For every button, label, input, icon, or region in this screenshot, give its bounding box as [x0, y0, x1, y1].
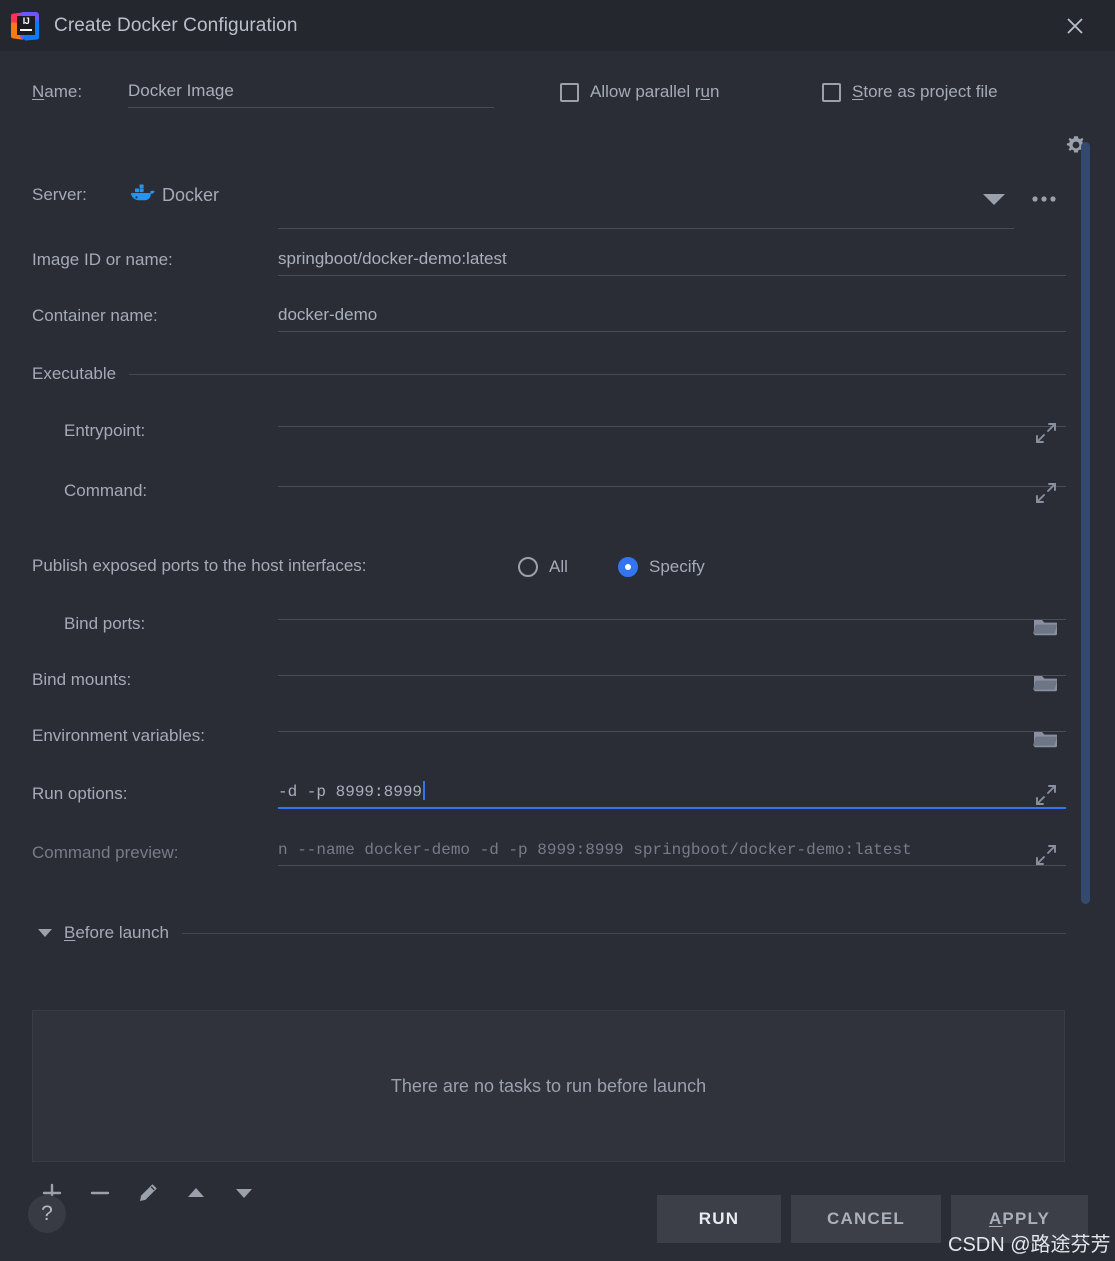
name-input[interactable]: Docker Image: [128, 81, 494, 108]
allow-parallel-run-label: Allow parallel run: [590, 82, 720, 101]
run-options-input[interactable]: -d -p 8999:8999: [278, 781, 1066, 809]
apply-button[interactable]: APPLY: [951, 1195, 1088, 1243]
entrypoint-expand-icon[interactable]: [1032, 419, 1060, 447]
docker-whale-icon: [130, 183, 156, 205]
dialog-footer: ? RUN CANCEL APPLY: [0, 1175, 1115, 1261]
environment-variables-label: Environment variables:: [32, 726, 205, 745]
executable-section-title: Executable: [32, 364, 117, 383]
cancel-button[interactable]: CANCEL: [791, 1195, 941, 1243]
server-value[interactable]: Docker: [162, 185, 219, 206]
publish-ports-radio-specify[interactable]: Specify: [618, 557, 705, 577]
run-options-expand-icon[interactable]: [1032, 781, 1060, 809]
bind-mounts-folder-icon[interactable]: [1032, 669, 1060, 695]
bind-mounts-input[interactable]: [278, 669, 1066, 676]
run-options-value: -d -p 8999:8999: [278, 783, 423, 801]
create-docker-configuration-dialog: IJ Create Docker Configuration Name: Doc…: [0, 0, 1115, 1261]
section-divider: [129, 373, 1066, 375]
entrypoint-input[interactable]: [278, 420, 1066, 427]
radio-circle: [618, 557, 638, 577]
command-input[interactable]: [278, 480, 1066, 487]
environment-variables-input[interactable]: [278, 725, 1066, 732]
store-as-project-file-checkbox[interactable]: Store as project file: [822, 82, 998, 102]
server-combobox[interactable]: [278, 185, 1014, 229]
dialog-content: Name: Docker Image Allow parallel run St…: [0, 51, 1115, 1203]
bind-ports-input[interactable]: [278, 613, 1066, 620]
entrypoint-label: Entrypoint:: [64, 421, 146, 440]
publish-ports-radio-all[interactable]: All: [518, 557, 568, 577]
image-id-label: Image ID or name:: [32, 250, 173, 269]
vertical-scrollbar[interactable]: [1081, 142, 1090, 904]
command-label: Command:: [64, 481, 148, 500]
environment-variables-folder-icon[interactable]: [1032, 725, 1060, 751]
run-options-label: Run options:: [32, 784, 128, 803]
chevron-down-icon[interactable]: [982, 191, 1006, 207]
close-icon[interactable]: [1059, 10, 1091, 42]
command-preview-input: n --name docker-demo -d -p 8999:8999 spr…: [278, 841, 1066, 866]
intellij-idea-logo-icon: IJ: [11, 11, 39, 41]
collapse-triangle-icon[interactable]: [38, 929, 52, 937]
store-as-project-file-label: Store as project file: [852, 82, 998, 101]
name-label: Name:: [32, 82, 83, 101]
bind-mounts-label: Bind mounts:: [32, 670, 132, 689]
command-expand-icon[interactable]: [1032, 479, 1060, 507]
radio-label-specify: Specify: [649, 557, 705, 576]
server-label: Server:: [32, 185, 87, 204]
image-id-input[interactable]: springboot/docker-demo:latest: [278, 249, 1066, 276]
bind-ports-label: Bind ports:: [64, 614, 146, 633]
checkbox-box: [560, 82, 579, 102]
before-launch-task-list[interactable]: There are no tasks to run before launch: [32, 1010, 1065, 1162]
container-name-input[interactable]: docker-demo: [278, 305, 1066, 332]
dialog-title-bar: IJ Create Docker Configuration: [0, 0, 1115, 51]
run-button[interactable]: RUN: [657, 1195, 781, 1243]
bind-ports-folder-icon[interactable]: [1032, 613, 1060, 639]
before-launch-title: Before launch: [64, 923, 169, 942]
section-divider: [181, 932, 1066, 934]
command-preview-label: Command preview:: [32, 843, 179, 862]
container-name-label: Container name:: [32, 306, 158, 325]
radio-circle: [518, 557, 538, 577]
before-launch-empty-message: There are no tasks to run before launch: [390, 1075, 707, 1096]
before-launch-section-header: Before launch: [38, 923, 1066, 943]
checkbox-box: [822, 82, 841, 102]
command-preview-expand-icon[interactable]: [1032, 841, 1060, 869]
publish-ports-label: Publish exposed ports to the host interf…: [32, 556, 367, 575]
dialog-title: Create Docker Configuration: [54, 14, 298, 36]
executable-section-header: Executable: [32, 364, 1066, 384]
server-more-button[interactable]: [1030, 191, 1060, 207]
help-button[interactable]: ?: [28, 1195, 66, 1233]
radio-label-all: All: [549, 557, 568, 576]
allow-parallel-run-checkbox[interactable]: Allow parallel run: [560, 82, 719, 102]
text-caret: [423, 781, 426, 800]
